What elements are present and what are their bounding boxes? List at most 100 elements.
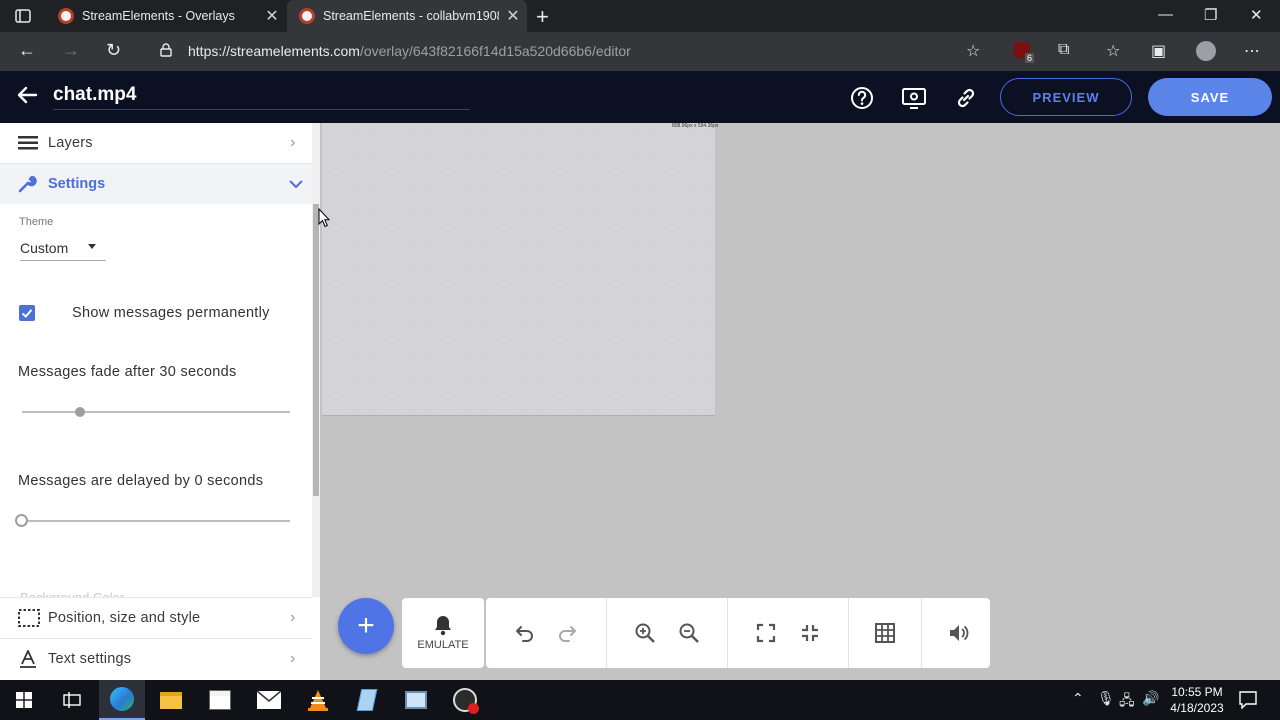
help-icon[interactable]: [849, 85, 875, 111]
chevron-right-icon: ›: [290, 609, 296, 626]
collections-icon[interactable]: ▣: [1151, 41, 1166, 61]
emulate-label: EMULATE: [417, 639, 469, 651]
show-permanently-label: Show messages permanently: [72, 305, 270, 321]
extension-badge: 6: [1025, 53, 1035, 63]
clock-date: 4/18/2023: [1170, 701, 1224, 715]
tab-title: StreamElements - collabvm1908: [323, 9, 499, 23]
redo-icon[interactable]: [557, 622, 579, 644]
bell-icon: [435, 616, 451, 636]
minimize-icon[interactable]: —: [1158, 6, 1173, 23]
delay-slider-track[interactable]: [22, 520, 290, 522]
zoom-out-icon[interactable]: [678, 622, 700, 644]
save-button[interactable]: SAVE: [1148, 78, 1272, 116]
more-menu-icon[interactable]: ⋯: [1244, 41, 1260, 61]
notifications-icon[interactable]: [1239, 691, 1257, 709]
zoom-in-icon[interactable]: [634, 622, 656, 644]
toolbar-divider: [606, 598, 607, 668]
wrench-icon: [18, 175, 37, 193]
mouse-cursor-icon: [318, 208, 330, 228]
fullscreen-icon[interactable]: [755, 622, 777, 644]
theme-underline: [20, 260, 106, 261]
mail-taskbar-icon[interactable]: [246, 680, 292, 720]
settings-label: Settings: [48, 176, 106, 192]
toolbar-divider: [848, 598, 849, 668]
grid-icon[interactable]: [874, 622, 896, 644]
streamelements-favicon-icon: [299, 8, 315, 24]
chevron-right-icon: ›: [290, 650, 296, 667]
position-size-style-section[interactable]: Position, size and style ›: [0, 598, 312, 638]
delay-label: Messages are delayed by 0 seconds: [18, 473, 264, 489]
clock-time: 10:55 PM: [1171, 685, 1223, 699]
canvas-dimensions-label: 808.96px x 594.36px: [672, 123, 719, 129]
overlay-canvas[interactable]: [322, 123, 715, 416]
tab-actions-icon[interactable]: [14, 7, 32, 25]
delay-slider-thumb[interactable]: [15, 514, 28, 527]
text-settings-section[interactable]: Text settings ›: [0, 639, 312, 679]
chevron-down-icon[interactable]: [289, 180, 303, 189]
overlay-title-input[interactable]: chat.mp4: [53, 84, 136, 106]
toolbar-divider: [921, 598, 922, 668]
profile-avatar[interactable]: [1196, 41, 1216, 61]
theme-select[interactable]: Custom: [20, 240, 68, 256]
file-explorer-taskbar-icon[interactable]: [148, 680, 194, 720]
notepad-taskbar-icon[interactable]: [344, 680, 390, 720]
windows-start-icon[interactable]: [16, 692, 32, 708]
link-icon[interactable]: [953, 85, 979, 111]
panel-scroll-thumb[interactable]: [313, 204, 319, 496]
text-icon: [20, 650, 36, 668]
dropdown-caret-icon[interactable]: [88, 244, 96, 249]
exit-fullscreen-icon[interactable]: [799, 622, 821, 644]
volume-icon[interactable]: [947, 622, 969, 644]
browser-tab-collabvm[interactable]: StreamElements - collabvm1908 ✕: [287, 0, 527, 32]
position-size-style-label: Position, size and style: [48, 610, 201, 626]
settings-section-header[interactable]: [0, 164, 312, 204]
taskbar-clock[interactable]: 10:55 PM 4/18/2023: [1166, 684, 1228, 716]
lock-icon[interactable]: [160, 43, 172, 57]
fade-label: Messages fade after 30 seconds: [18, 364, 237, 380]
window-close-icon[interactable]: ✕: [1250, 6, 1263, 24]
network-app-taskbar-icon[interactable]: [393, 680, 439, 720]
chevron-right-icon: ›: [290, 134, 296, 151]
preview-button[interactable]: PREVIEW: [1000, 78, 1132, 116]
show-permanently-checkbox[interactable]: [19, 305, 35, 321]
fade-slider-thumb[interactable]: [75, 407, 85, 417]
browser-tab-overlays[interactable]: StreamElements - Overlays ✕: [46, 0, 286, 32]
task-view-icon[interactable]: [49, 680, 95, 720]
selection-box-icon: [18, 609, 40, 627]
new-tab-icon[interactable]: +: [536, 4, 549, 30]
store-taskbar-icon[interactable]: [197, 680, 243, 720]
back-icon[interactable]: ←: [18, 40, 36, 61]
speaker-icon[interactable]: 🔊: [1142, 690, 1159, 707]
layers-label: Layers: [48, 135, 93, 151]
streamelements-favicon-icon: [58, 8, 74, 24]
url-domain: https://streamelements.com: [188, 43, 360, 59]
network-icon[interactable]: 🖧: [1119, 690, 1135, 714]
layers-icon: [18, 136, 38, 150]
forward-icon[interactable]: →: [62, 40, 80, 61]
favorites-icon[interactable]: ☆: [1106, 41, 1120, 61]
theme-caption: Theme: [19, 216, 54, 228]
toolbar-divider: [727, 598, 728, 668]
fade-slider-track[interactable]: [22, 411, 290, 413]
edge-taskbar-icon[interactable]: [99, 680, 145, 720]
undo-icon[interactable]: [513, 622, 535, 644]
title-underline: [53, 109, 470, 110]
restore-icon[interactable]: ❐: [1204, 6, 1217, 24]
url-path: /overlay/643f82166f14d15a520d66b6/editor: [359, 43, 631, 59]
obs-taskbar-icon[interactable]: [442, 680, 488, 720]
close-tab-icon[interactable]: ✕: [258, 6, 286, 26]
text-settings-label: Text settings: [48, 651, 132, 667]
back-arrow-icon[interactable]: [16, 84, 38, 106]
show-hidden-icons-icon[interactable]: ⌃: [1072, 690, 1084, 707]
add-widget-button[interactable]: +: [338, 598, 394, 654]
monitor-settings-icon[interactable]: [901, 85, 927, 111]
extensions-icon[interactable]: ⧉: [1058, 41, 1069, 59]
add-favorite-icon[interactable]: ☆: [966, 41, 980, 61]
reload-icon[interactable]: ↻: [106, 40, 121, 61]
url-field[interactable]: https://streamelements.com/overlay/643f8…: [188, 43, 631, 59]
close-tab-icon[interactable]: ✕: [499, 6, 527, 26]
microphone-icon[interactable]: 🎙: [1097, 690, 1115, 707]
tab-title: StreamElements - Overlays: [82, 9, 235, 23]
vlc-taskbar-icon[interactable]: [295, 680, 341, 720]
layers-section-header[interactable]: Layers ›: [0, 123, 312, 163]
